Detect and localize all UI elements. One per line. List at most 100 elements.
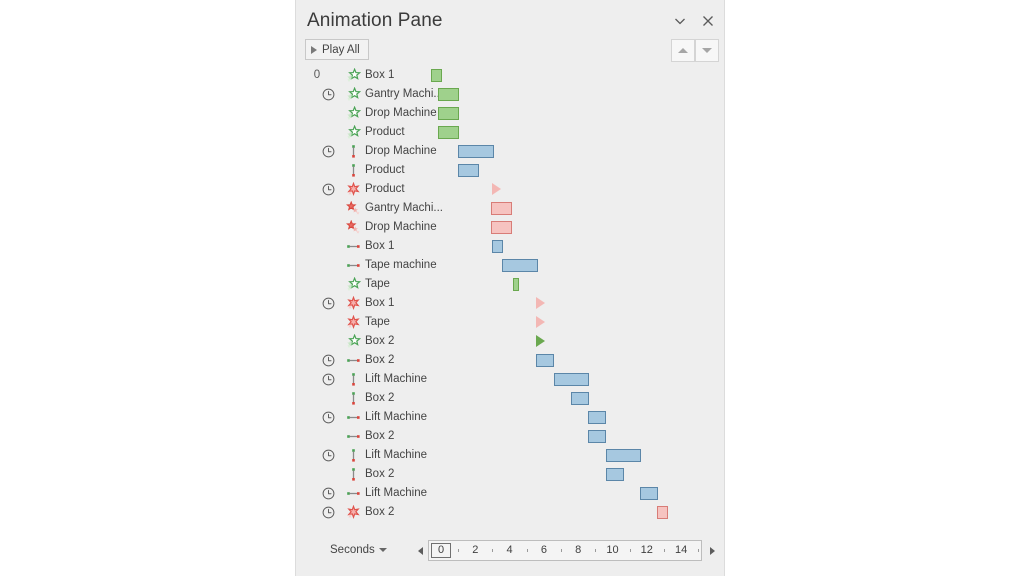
animation-row[interactable]: 0 Box 1 (296, 66, 726, 85)
animation-row[interactable]: Lift Machine (296, 408, 726, 427)
seconds-dropdown[interactable]: Seconds (330, 544, 387, 556)
row-label: Drop Machine (365, 107, 437, 119)
animation-row[interactable]: Product (296, 161, 726, 180)
exit-star-icon (346, 504, 361, 520)
scale-scroll-left-button[interactable] (414, 544, 426, 558)
animation-row[interactable]: Box 1 (296, 237, 726, 256)
motion-path-vertical-icon (346, 372, 361, 387)
timeline-bar[interactable] (438, 107, 459, 120)
animation-row[interactable]: Product (296, 123, 726, 142)
row-label: Tape (365, 316, 390, 328)
timeline-bar[interactable] (492, 183, 501, 195)
animation-row[interactable]: Box 2 (296, 503, 726, 522)
animation-row[interactable]: Drop Machine (296, 104, 726, 123)
timeline-tick-minor (663, 549, 665, 552)
clock-icon[interactable] (322, 354, 335, 367)
timeline-bar[interactable] (492, 240, 503, 253)
entrance-star-icon (346, 67, 362, 83)
animation-row[interactable]: Box 2 (296, 332, 726, 351)
timeline-bar[interactable] (554, 373, 589, 386)
row-index: 0 (313, 69, 321, 81)
timeline-bar[interactable] (606, 468, 624, 481)
animation-row[interactable]: Gantry Machi... (296, 199, 726, 218)
timeline-bar[interactable] (491, 221, 512, 234)
timeline-bar[interactable] (438, 126, 459, 139)
row-label: Drop Machine (365, 145, 437, 157)
close-icon[interactable] (697, 10, 719, 32)
row-label: Gantry Machi... (365, 88, 443, 100)
timeline-tick-label: 0 (437, 544, 445, 556)
timeline-bar[interactable] (458, 164, 479, 177)
animation-row[interactable]: Lift Machine (296, 446, 726, 465)
timeline-bar[interactable] (657, 506, 668, 519)
timeline-bar[interactable] (588, 411, 606, 424)
caret-up-icon (678, 48, 688, 53)
entrance-star-icon (346, 276, 362, 292)
timeline-bar[interactable] (502, 259, 538, 272)
scale-scroll-right-button[interactable] (706, 544, 718, 558)
timeline-bar[interactable] (536, 354, 554, 367)
animation-row[interactable]: Product (296, 180, 726, 199)
clock-icon[interactable] (322, 487, 335, 500)
chevron-down-icon[interactable] (669, 10, 691, 32)
timeline-bar[interactable] (571, 392, 589, 405)
timeline-bar[interactable] (438, 88, 459, 101)
animation-list[interactable]: 0 Box 1 Gantry Machi... Drop Machine Product… (296, 66, 726, 522)
animation-row[interactable]: Gantry Machi... (296, 85, 726, 104)
clock-icon[interactable] (322, 88, 335, 101)
timeline-bar[interactable] (588, 430, 606, 443)
play-all-button[interactable]: Play All (305, 39, 369, 60)
timeline-bar[interactable] (536, 316, 545, 328)
animation-row[interactable]: Lift Machine (296, 370, 726, 389)
animation-row[interactable]: Drop Machine (296, 142, 726, 161)
animation-row[interactable]: Box 1 (296, 294, 726, 313)
row-label: Box 1 (365, 297, 395, 309)
timeline-bar[interactable] (458, 145, 494, 158)
timeline-bar[interactable] (513, 278, 519, 291)
timeline-bar[interactable] (640, 487, 658, 500)
motion-path-vertical-icon (346, 163, 361, 178)
row-label: Tape machine (365, 259, 437, 271)
timeline-bar[interactable] (431, 69, 442, 82)
animation-row[interactable]: Tape (296, 313, 726, 332)
exit-star-icon (346, 314, 361, 330)
animation-row[interactable]: Box 2 (296, 465, 726, 484)
entrance-star-icon (346, 124, 362, 140)
timeline-bar[interactable] (491, 202, 512, 215)
timeline-tick-minor (629, 549, 631, 552)
row-label: Lift Machine (365, 411, 428, 423)
animation-row[interactable]: Box 2 (296, 427, 726, 446)
caret-left-icon (417, 547, 423, 555)
timeline-bar[interactable] (536, 335, 545, 347)
clock-icon[interactable] (322, 183, 335, 196)
clock-icon[interactable] (322, 297, 335, 310)
entrance-star-icon (346, 333, 362, 349)
animation-row[interactable]: Tape machine (296, 256, 726, 275)
motion-path-vertical-icon (346, 467, 361, 482)
timeline-bar[interactable] (606, 449, 641, 462)
animation-row[interactable]: Box 2 (296, 351, 726, 370)
clock-icon[interactable] (322, 411, 335, 424)
move-later-button[interactable] (695, 39, 719, 62)
clock-icon[interactable] (322, 373, 335, 386)
move-earlier-button[interactable] (671, 39, 695, 62)
timeline-tick-label: 12 (640, 544, 653, 556)
motion-path-vertical-icon (346, 144, 361, 159)
animation-row[interactable]: Box 2 (296, 389, 726, 408)
row-label: Product (365, 183, 405, 195)
timeline-tick-minor (458, 549, 460, 552)
animation-row[interactable]: Drop Machine (296, 218, 726, 237)
animation-pane: Animation Pane Play All 0 Box 1 Gantry Mac… (295, 0, 725, 576)
animation-row[interactable]: Tape (296, 275, 726, 294)
row-label: Drop Machine (365, 221, 437, 233)
motion-path-horizontal-icon (346, 410, 361, 425)
timeline-tick-label: 4 (506, 544, 513, 556)
exit-star-small-icon (345, 200, 361, 216)
timeline-ruler[interactable]: 0 2 4 6 8 10 12 14 (428, 540, 702, 561)
page-title: Animation Pane (307, 10, 443, 31)
clock-icon[interactable] (322, 506, 335, 519)
clock-icon[interactable] (322, 145, 335, 158)
timeline-bar[interactable] (536, 297, 545, 309)
animation-row[interactable]: Lift Machine (296, 484, 726, 503)
clock-icon[interactable] (322, 449, 335, 462)
